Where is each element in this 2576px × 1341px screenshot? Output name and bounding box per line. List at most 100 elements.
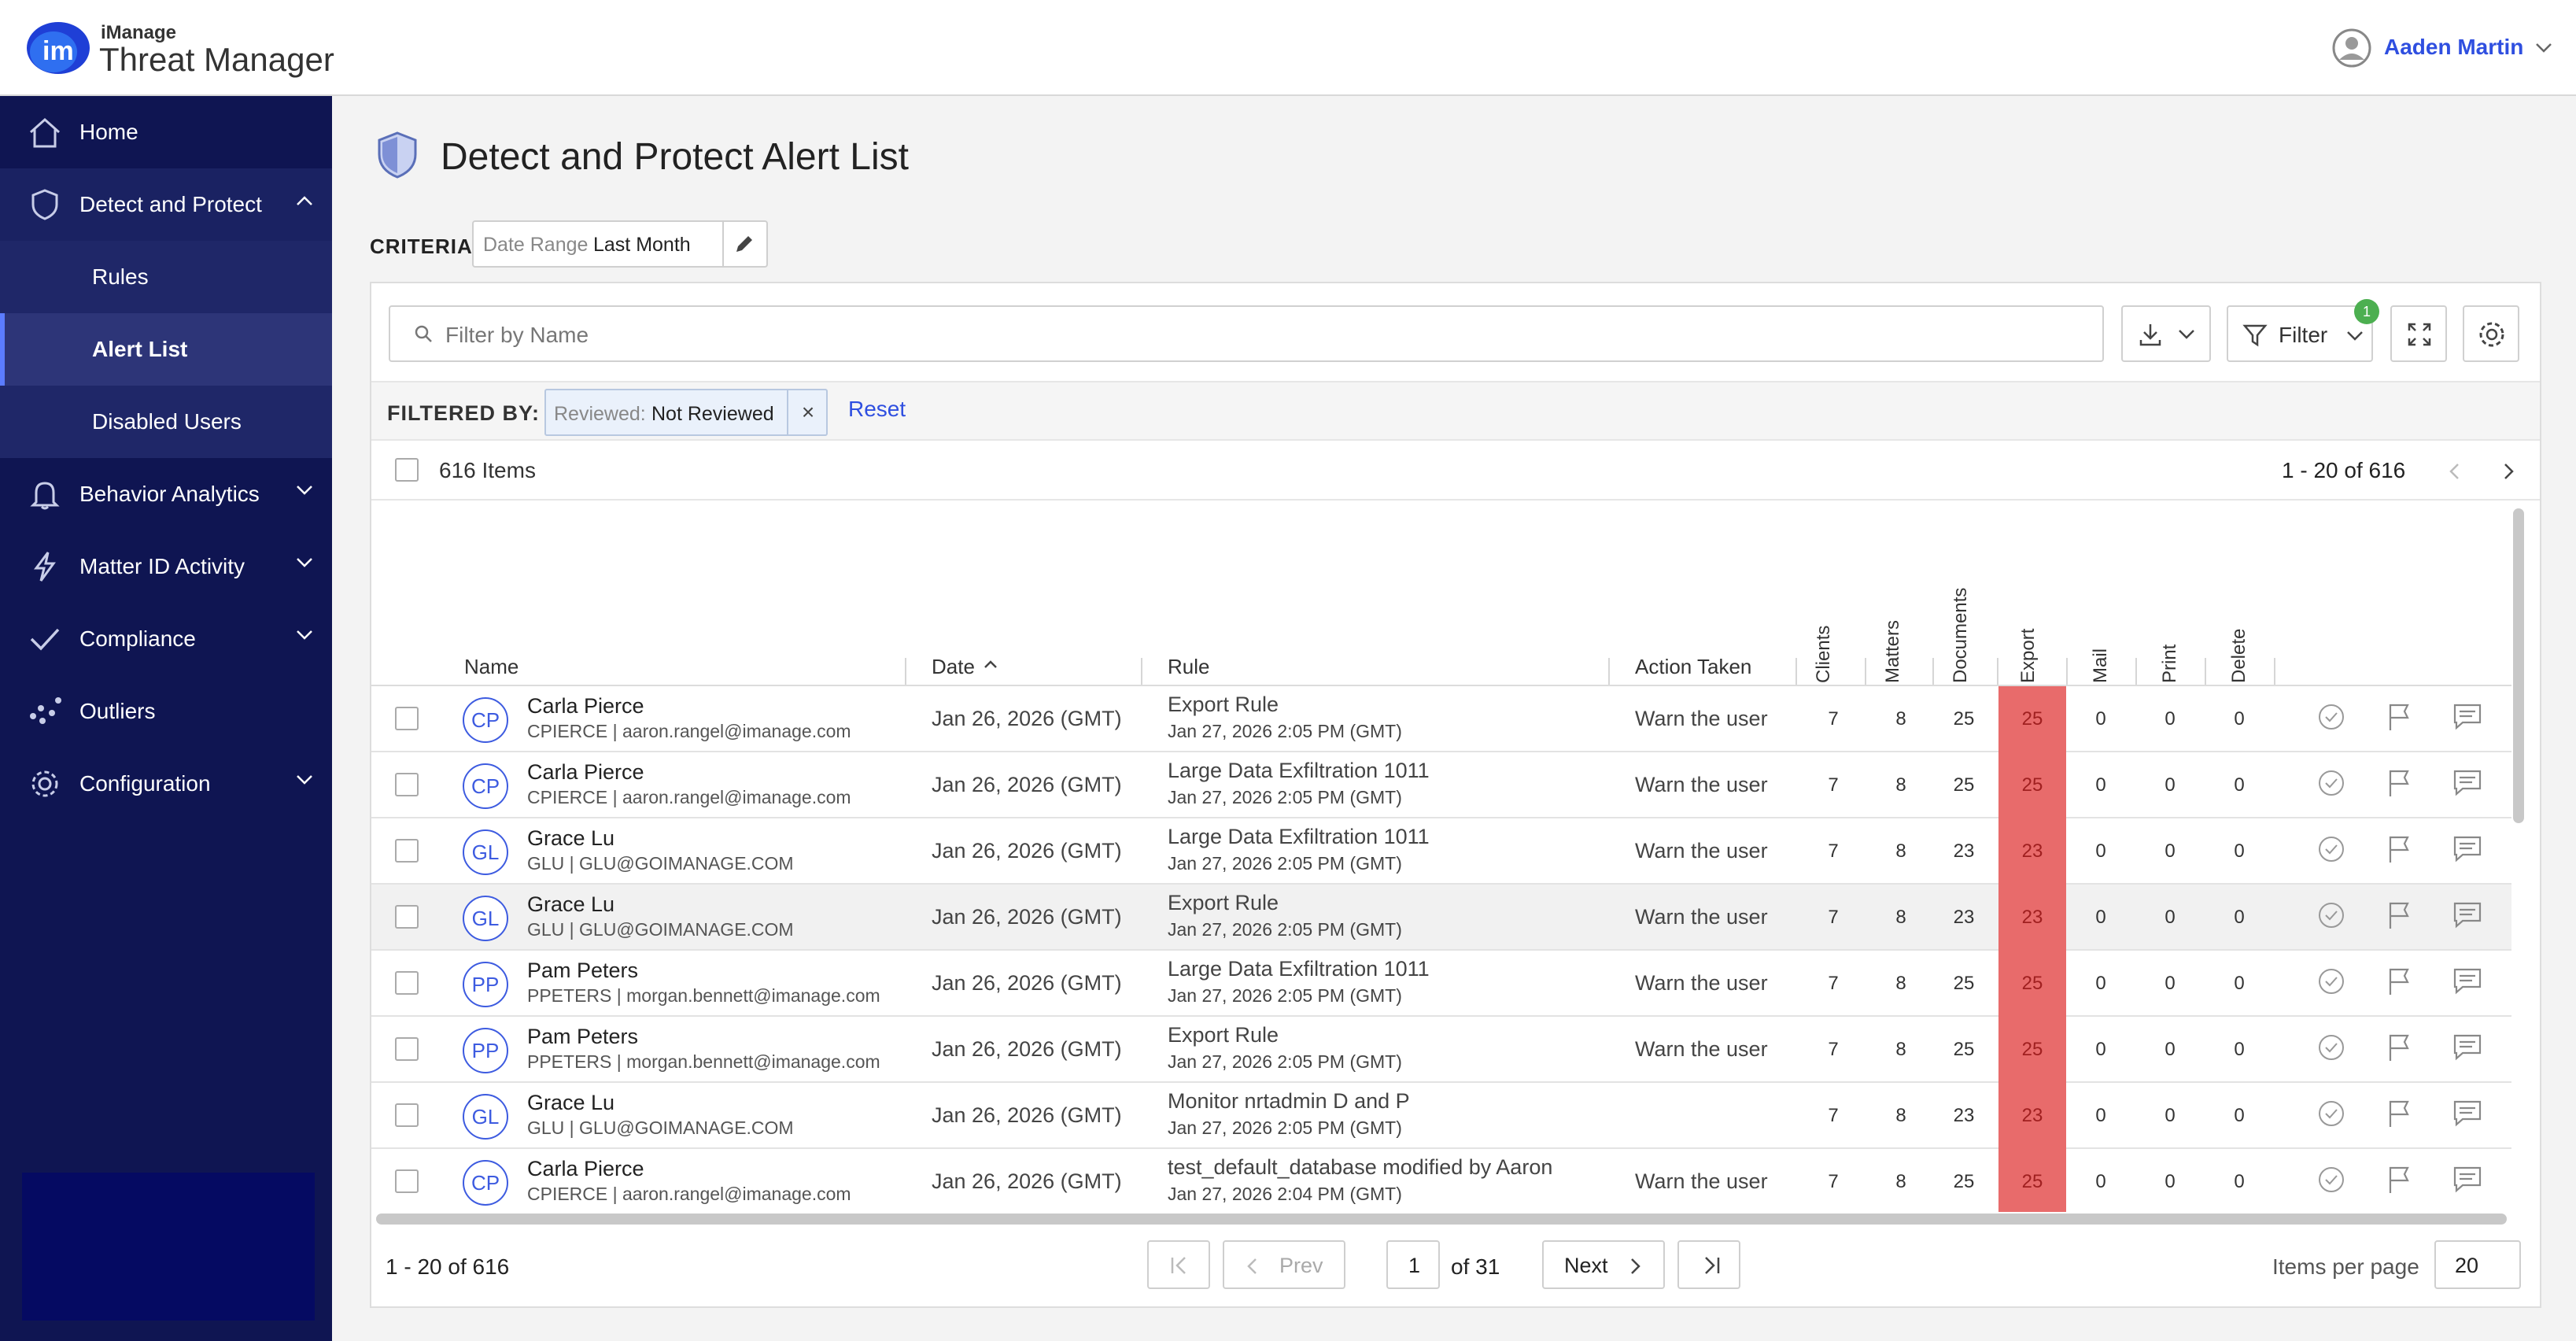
col-rule-header[interactable]: Rule xyxy=(1168,655,1209,679)
vertical-scrollbar[interactable] xyxy=(2513,508,2524,823)
table-row[interactable]: GL Grace Lu GLU | GLU@GOIMANAGE.COM Jan 26,… xyxy=(371,1083,2511,1149)
select-all-checkbox[interactable] xyxy=(395,458,419,482)
first-page-button[interactable] xyxy=(1147,1240,1210,1289)
review-check-icon[interactable] xyxy=(2316,834,2346,864)
col-documents-header[interactable]: Documents xyxy=(1950,588,1981,683)
prev-page-button[interactable]: Prev xyxy=(1223,1240,1345,1289)
review-check-icon[interactable] xyxy=(2316,1033,2346,1062)
date-range-criteria[interactable]: Date Range Last Month xyxy=(472,220,768,268)
chevron-down-icon[interactable] xyxy=(2535,42,2552,54)
sidebar-item-home[interactable]: Home xyxy=(0,96,332,168)
items-per-page-input[interactable]: 20 xyxy=(2434,1240,2521,1289)
fullscreen-button[interactable] xyxy=(2390,305,2447,362)
col-print-header[interactable]: Print xyxy=(2159,604,2190,683)
col-delete-header[interactable]: Delete xyxy=(2228,604,2260,683)
flag-icon[interactable] xyxy=(2386,900,2412,930)
sidebar-item-detect-and-protect[interactable]: Detect and Protect xyxy=(0,168,332,241)
review-check-icon[interactable] xyxy=(2316,768,2346,798)
chevron-left-icon[interactable] xyxy=(2449,463,2460,480)
sidebar-item-alert-list[interactable]: Alert List xyxy=(0,313,332,386)
review-check-icon[interactable] xyxy=(2316,900,2346,930)
search-input[interactable]: Filter by Name xyxy=(389,305,2104,362)
col-matters-header[interactable]: Matters xyxy=(1882,604,1914,683)
sidebar-item-compliance[interactable]: Compliance xyxy=(0,603,332,675)
col-export-header[interactable]: Export xyxy=(2017,604,2049,683)
last-page-button[interactable] xyxy=(1677,1240,1740,1289)
page-number-input[interactable]: 1 xyxy=(1386,1240,1440,1289)
user-avatar-icon[interactable] xyxy=(2332,28,2371,68)
user-name[interactable]: Pam Peters xyxy=(527,959,638,983)
col-mail-header[interactable]: Mail xyxy=(2090,604,2121,683)
comment-icon[interactable] xyxy=(2452,900,2483,930)
settings-button[interactable] xyxy=(2463,305,2519,362)
sidebar-item-behavior-analytics[interactable]: Behavior Analytics xyxy=(0,458,332,530)
row-checkbox[interactable] xyxy=(395,905,419,929)
flag-icon[interactable] xyxy=(2386,834,2412,864)
sidebar-item-rules[interactable]: Rules xyxy=(0,241,332,313)
table-row[interactable]: GL Grace Lu GLU | GLU@GOIMANAGE.COM Jan 26,… xyxy=(371,818,2511,885)
table-row[interactable]: CP Carla Pierce CPIERCE | aaron.rangel@ima… xyxy=(371,1149,2511,1212)
chevron-down-icon[interactable] xyxy=(296,557,313,568)
pencil-icon[interactable] xyxy=(733,233,755,255)
funnel-icon xyxy=(2242,324,2268,347)
user-name[interactable]: Carla Pierce xyxy=(527,694,644,719)
review-check-icon[interactable] xyxy=(2316,1099,2346,1129)
table-row[interactable]: CP Carla Pierce CPIERCE | aaron.rangel@ima… xyxy=(371,686,2511,752)
row-checkbox[interactable] xyxy=(395,839,419,863)
flag-icon[interactable] xyxy=(2386,1099,2412,1129)
user-name[interactable]: Grace Lu xyxy=(527,892,614,917)
user-name[interactable]: Carla Pierce xyxy=(527,760,644,785)
row-checkbox[interactable] xyxy=(395,1103,419,1127)
user-name[interactable]: Aaden Martin xyxy=(2384,35,2523,60)
table-row[interactable]: GL Grace Lu GLU | GLU@GOIMANAGE.COM Jan 26,… xyxy=(371,885,2511,951)
sidebar-item-configuration[interactable]: Configuration xyxy=(0,748,332,820)
sidebar-item-matter-id-activity[interactable]: Matter ID Activity xyxy=(0,530,332,603)
row-checkbox[interactable] xyxy=(395,971,419,995)
chevron-up-icon[interactable] xyxy=(296,195,313,206)
review-check-icon[interactable] xyxy=(2316,1165,2346,1195)
download-button[interactable] xyxy=(2121,305,2211,362)
comment-icon[interactable] xyxy=(2452,834,2483,864)
row-checkbox[interactable] xyxy=(395,773,419,796)
review-check-icon[interactable] xyxy=(2316,966,2346,996)
chevron-down-icon[interactable] xyxy=(296,774,313,785)
chevron-down-icon[interactable] xyxy=(296,485,313,496)
review-check-icon[interactable] xyxy=(2316,702,2346,732)
col-action-header[interactable]: Action Taken xyxy=(1635,655,1751,679)
flag-icon[interactable] xyxy=(2386,1165,2412,1195)
table-row[interactable]: PP Pam Peters PPETERS | morgan.bennett@ima… xyxy=(371,1017,2511,1083)
comment-icon[interactable] xyxy=(2452,1165,2483,1195)
table-row[interactable]: PP Pam Peters PPETERS | morgan.bennett@ima… xyxy=(371,951,2511,1017)
reset-link[interactable]: Reset xyxy=(848,397,906,422)
comment-icon[interactable] xyxy=(2452,1099,2483,1129)
col-date-header[interactable]: Date xyxy=(932,655,975,679)
chevron-down-icon[interactable] xyxy=(296,630,313,641)
comment-icon[interactable] xyxy=(2452,702,2483,732)
sort-ascending-icon[interactable] xyxy=(984,659,998,669)
flag-icon[interactable] xyxy=(2386,768,2412,798)
user-name[interactable]: Carla Pierce xyxy=(527,1157,644,1181)
comment-icon[interactable] xyxy=(2452,1033,2483,1062)
table-row[interactable]: CP Carla Pierce CPIERCE | aaron.rangel@ima… xyxy=(371,752,2511,818)
user-name[interactable]: Grace Lu xyxy=(527,1091,614,1115)
row-checkbox[interactable] xyxy=(395,1037,419,1061)
col-clients-header[interactable]: Clients xyxy=(1813,604,1844,683)
next-page-button[interactable]: Next xyxy=(1542,1240,1665,1289)
sidebar-item-disabled-users[interactable]: Disabled Users xyxy=(0,386,332,458)
horizontal-scrollbar[interactable] xyxy=(376,1214,2507,1225)
comment-icon[interactable] xyxy=(2452,966,2483,996)
col-name-header[interactable]: Name xyxy=(464,655,519,679)
row-checkbox[interactable] xyxy=(395,1169,419,1193)
sidebar-item-label: Alert List xyxy=(92,337,188,361)
flag-icon[interactable] xyxy=(2386,702,2412,732)
comment-icon[interactable] xyxy=(2452,768,2483,798)
flag-icon[interactable] xyxy=(2386,1033,2412,1062)
flag-icon[interactable] xyxy=(2386,966,2412,996)
sidebar-item-outliers[interactable]: Outliers xyxy=(0,675,332,748)
user-name[interactable]: Pam Peters xyxy=(527,1025,638,1049)
chevron-right-icon[interactable] xyxy=(2504,463,2515,480)
user-name[interactable]: Grace Lu xyxy=(527,826,614,851)
close-icon[interactable]: × xyxy=(787,390,828,434)
filter-button[interactable]: Filter xyxy=(2227,305,2373,362)
row-checkbox[interactable] xyxy=(395,707,419,730)
